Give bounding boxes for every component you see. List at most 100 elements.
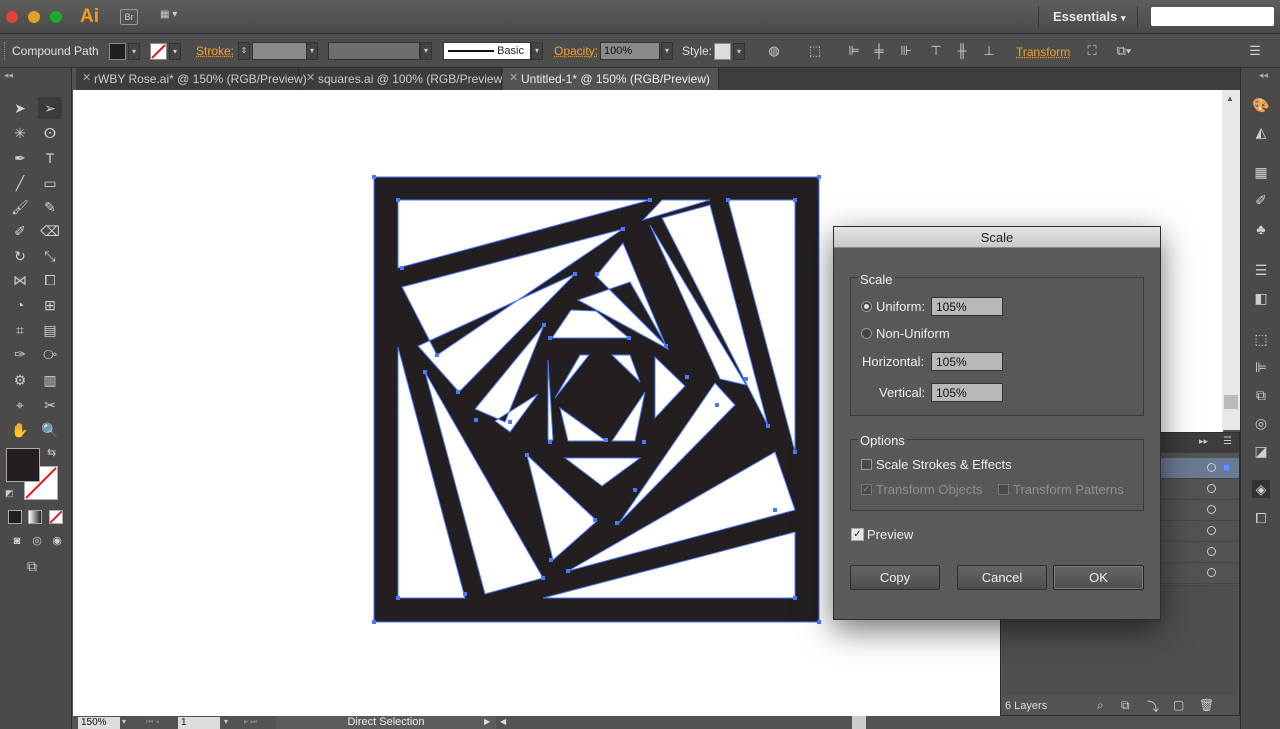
blob-brush-tool-icon[interactable]: ✐ xyxy=(8,220,32,242)
new-sublayer-icon[interactable]: ⤵ xyxy=(1147,698,1159,715)
close-tab-icon[interactable]: ✕ xyxy=(82,71,91,84)
perspective-grid-tool-icon[interactable]: ⊞ xyxy=(38,294,62,316)
stroke-dropdown[interactable]: ▾ xyxy=(169,43,181,60)
align-panel-icon[interactable]: ⊫ xyxy=(1252,358,1270,376)
vertical-input[interactable]: 105% xyxy=(931,383,1003,402)
color-guide-icon[interactable]: ◭ xyxy=(1252,123,1270,141)
artboard-dropdown-icon[interactable]: ▾ xyxy=(224,717,228,726)
style-dropdown[interactable]: ▾ xyxy=(733,43,745,60)
swatches-icon[interactable]: ▦ xyxy=(1252,163,1270,181)
visibility-icon[interactable] xyxy=(1207,484,1216,493)
status-tool[interactable]: Direct Selection xyxy=(276,716,496,729)
last-artboard-icon[interactable]: ▸ ⏭ xyxy=(244,717,257,727)
align-bottom-icon[interactable]: ⊥ xyxy=(980,43,998,59)
visibility-icon[interactable] xyxy=(1207,526,1216,535)
non-uniform-radio[interactable] xyxy=(861,328,872,339)
stroke-label[interactable]: Stroke: xyxy=(196,44,234,58)
visibility-icon[interactable] xyxy=(1207,568,1216,577)
color-mode-icon[interactable] xyxy=(8,510,22,524)
layer-row[interactable] xyxy=(1161,521,1239,542)
column-graph-tool-icon[interactable]: ▥ xyxy=(38,369,62,391)
brush-dropdown[interactable]: ▾ xyxy=(531,42,543,60)
vertical-scrollbar[interactable]: ▲ xyxy=(1222,90,1240,430)
arrange-documents-icon[interactable]: ▦ ▾ xyxy=(160,9,188,25)
graphic-styles-icon[interactable]: ◪ xyxy=(1252,442,1270,460)
collapse-panel-icon[interactable]: ▸▸ xyxy=(1199,436,1208,447)
transform-link[interactable]: Transform xyxy=(1016,45,1070,59)
selection-tool-icon[interactable]: ➤ xyxy=(8,97,32,119)
artboard-field[interactable]: 1 xyxy=(178,717,220,729)
fill-swatch[interactable] xyxy=(109,43,126,60)
lasso-tool-icon[interactable]: ⵙ xyxy=(38,122,62,144)
selection-indicator-icon[interactable] xyxy=(1223,464,1230,471)
eraser-tool-icon[interactable]: ⌫ xyxy=(38,220,62,242)
workspace-switcher[interactable]: Essentials ▾ xyxy=(1038,6,1138,28)
pen-tool-icon[interactable]: ✒ xyxy=(8,147,32,169)
copy-button[interactable]: Copy xyxy=(850,565,940,590)
align-left-icon[interactable]: ⊫ xyxy=(845,43,863,59)
none-mode-icon[interactable] xyxy=(49,510,63,524)
gradient-panel-icon[interactable]: ◧ xyxy=(1252,289,1270,307)
visibility-icon[interactable] xyxy=(1207,547,1216,556)
blend-tool-icon[interactable]: ⧂ xyxy=(38,343,62,365)
tab-untitled-1[interactable]: ✕ Untitled-1* @ 150% (RGB/Preview) xyxy=(503,68,719,90)
gradient-mode-icon[interactable] xyxy=(28,510,42,524)
zoom-dropdown-icon[interactable]: ▾ xyxy=(122,717,126,726)
draw-inside-icon[interactable]: ◉ xyxy=(45,530,69,552)
transform-panel-icon[interactable]: ⬚ xyxy=(1252,330,1270,348)
zoom-window-icon[interactable] xyxy=(50,11,62,23)
scroll-thumb[interactable] xyxy=(1224,395,1238,409)
rotate-tool-icon[interactable]: ↻ xyxy=(8,245,32,267)
bridge-button[interactable]: Br xyxy=(120,9,138,25)
slice-tool-icon[interactable]: ✂ xyxy=(38,394,62,416)
scroll-left-icon[interactable]: ◀ xyxy=(500,717,506,726)
paintbrush-tool-icon[interactable]: 🖌 xyxy=(8,196,32,218)
status-menu-icon[interactable]: ▶ xyxy=(484,717,490,726)
tab-squares[interactable]: ✕ squares.ai @ 100% (RGB/Preview) xyxy=(300,68,506,90)
symbols-icon[interactable]: ♣ xyxy=(1252,220,1270,238)
stroke-weight-stepper[interactable]: ⇕ xyxy=(238,42,250,60)
delete-layer-icon[interactable]: 🗑 xyxy=(1199,698,1214,712)
stroke-weight-dropdown[interactable]: ▾ xyxy=(306,42,318,60)
pathfinder-icon[interactable]: ⧉ xyxy=(1252,386,1270,404)
close-window-icon[interactable] xyxy=(6,11,18,23)
scale-strokes-checkbox[interactable] xyxy=(861,459,872,470)
variable-width-field[interactable] xyxy=(328,42,420,60)
fill-color-front[interactable] xyxy=(6,448,40,482)
eyedropper-tool-icon[interactable]: ✑ xyxy=(8,343,32,365)
rectangle-tool-icon[interactable]: ▭ xyxy=(38,172,62,194)
opacity-label[interactable]: Opacity: xyxy=(554,44,598,58)
free-transform-tool-icon[interactable]: ⧠ xyxy=(38,269,62,291)
panel-menu-icon[interactable]: ☰ xyxy=(1223,436,1232,447)
stroke-swatch[interactable] xyxy=(150,43,167,60)
layers-panel-icon[interactable]: ◈ xyxy=(1252,480,1270,498)
close-tab-icon[interactable]: ✕ xyxy=(509,71,518,84)
style-swatch[interactable] xyxy=(714,43,731,60)
color-panel-icon[interactable]: 🎨 xyxy=(1252,96,1270,114)
visibility-icon[interactable] xyxy=(1207,463,1216,472)
stroke-weight-field[interactable] xyxy=(252,42,307,60)
align-right-icon[interactable]: ⊪ xyxy=(897,43,915,59)
close-tab-icon[interactable]: ✕ xyxy=(306,71,315,84)
shape-builder-tool-icon[interactable]: ◔ xyxy=(8,294,32,316)
ok-button[interactable]: OK xyxy=(1053,565,1144,590)
panel-menu-icon[interactable]: ☰ xyxy=(1246,43,1264,59)
collapse-dock-icon[interactable]: ◂◂ xyxy=(1259,70,1268,81)
stroke-panel-icon[interactable]: ☰ xyxy=(1252,261,1270,279)
zoom-tool-icon[interactable]: 🔍 xyxy=(38,419,62,441)
preview-checkbox[interactable]: ✓ xyxy=(851,528,864,541)
screen-mode-icon[interactable]: ⧉ xyxy=(20,555,44,577)
locate-object-icon[interactable]: ⌕ xyxy=(1097,698,1104,713)
uniform-radio[interactable] xyxy=(861,301,872,312)
scale-tool-icon[interactable]: ⤡ xyxy=(38,245,62,267)
layer-row[interactable] xyxy=(1161,479,1239,500)
horizontal-scroll-thumb[interactable] xyxy=(852,716,866,729)
opacity-dropdown[interactable]: ▾ xyxy=(661,42,673,60)
swap-colors-icon[interactable]: ⇆ xyxy=(47,446,56,459)
fill-dropdown[interactable]: ▾ xyxy=(128,43,140,60)
align-horizontal-center-icon[interactable]: ╪ xyxy=(870,43,888,59)
align-to-icon[interactable]: ⬚ xyxy=(806,43,824,59)
align-top-icon[interactable]: ⊤ xyxy=(927,43,945,59)
search-input[interactable] xyxy=(1151,7,1274,26)
clipping-mask-icon[interactable]: ⧉ xyxy=(1121,698,1130,713)
